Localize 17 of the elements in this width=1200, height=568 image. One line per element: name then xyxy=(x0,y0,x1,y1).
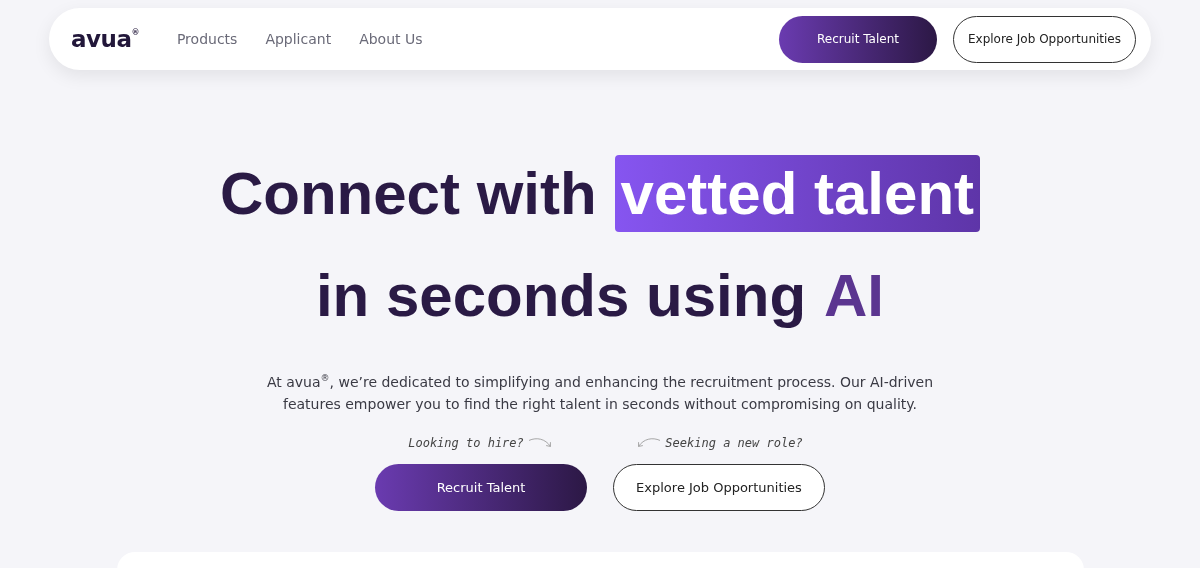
nav-link[interactable]: About Us xyxy=(359,31,423,47)
logo[interactable]: avua$^{®}$ xyxy=(71,26,139,52)
nav-link[interactable]: Applicant xyxy=(265,31,332,47)
recruit-button[interactable]: Recruit Talent xyxy=(375,463,587,511)
highlighted-headline: vetted talent xyxy=(614,154,981,232)
description-text: At avua$^{®}$, we’re dedicated to simplifying and enhancing the recruitment process. Our AI-driven features empower you to find the right talent in seconds without compromising on quality. xyxy=(265,372,935,414)
nav-link[interactable]: Products xyxy=(176,31,238,47)
recruit-button[interactable]: Recruit Talent xyxy=(779,15,937,63)
explore-button[interactable]: Explore Job Opportunities xyxy=(953,15,1136,63)
explore-button[interactable]: Explore Job Opportunities xyxy=(613,463,825,511)
handwritten-note: Looking to hire? xyxy=(408,435,524,450)
headline-text: Connect with xyxy=(219,158,597,228)
headline-text: AI xyxy=(824,260,885,330)
headline-text: in seconds using xyxy=(315,260,807,330)
curved-arrow-icon xyxy=(635,436,662,449)
handwritten-note: Seeking a new role? xyxy=(665,435,803,450)
curved-arrow-icon xyxy=(527,436,554,449)
